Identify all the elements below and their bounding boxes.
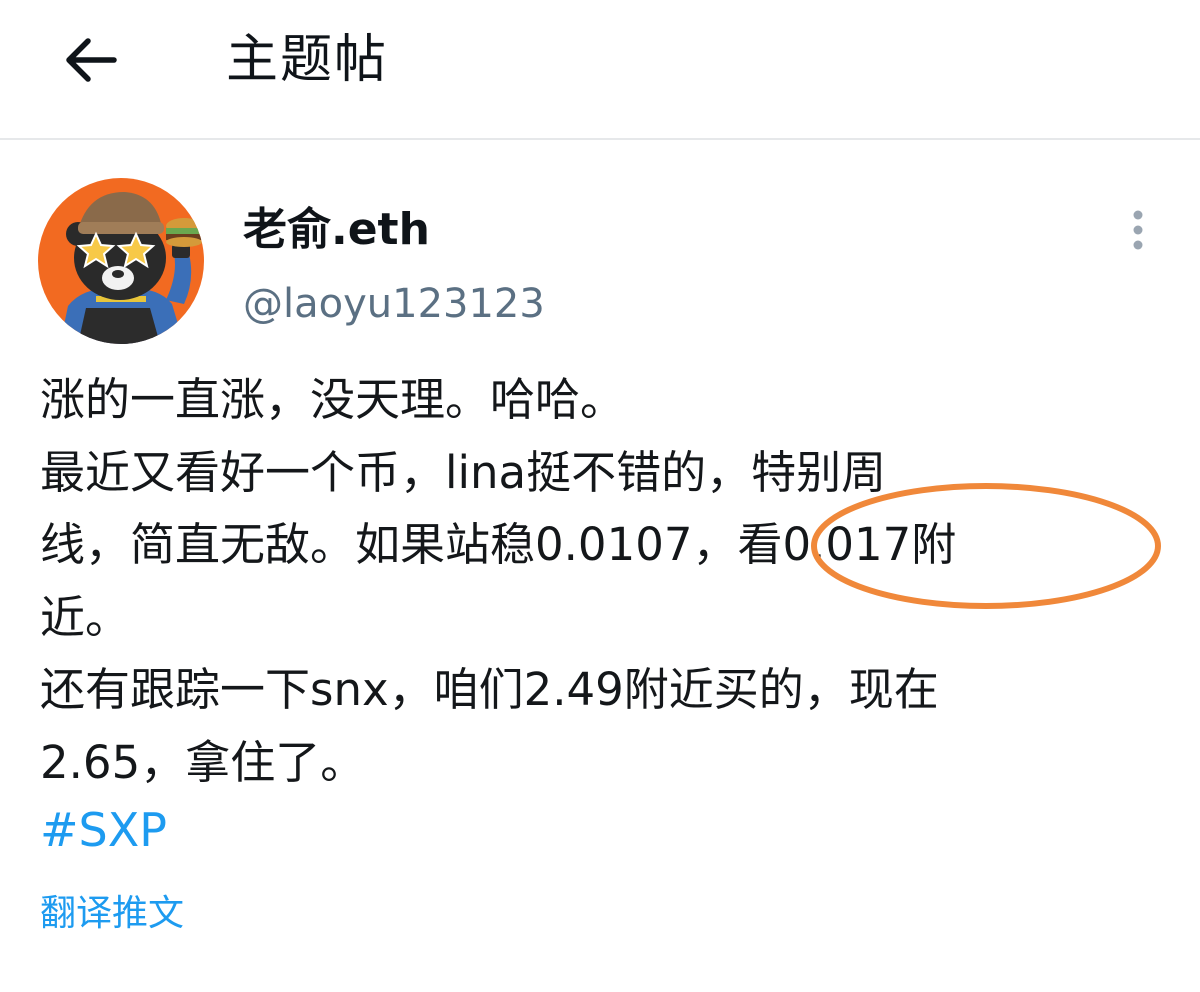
avatar-cartoon-bear-icon — [38, 178, 204, 344]
back-button[interactable] — [52, 22, 128, 98]
more-options-button[interactable] — [1112, 204, 1164, 256]
tweet-line: 还有跟踪一下snx，咱们2.49附近买的，现在 — [40, 663, 939, 716]
page-title: 主题帖 — [226, 30, 389, 90]
hashtag-link[interactable]: #SXP — [40, 796, 167, 864]
top-bar: 主题帖 — [0, 0, 1200, 140]
tweet-text: 涨的一直涨，没天理。哈哈。 最近又看好一个币，lina挺不错的，特别周 线，简直… — [40, 364, 1170, 799]
tweet-line: 涨的一直涨，没天理。哈哈。 — [40, 373, 626, 426]
display-name[interactable]: 老俞.eth — [243, 200, 430, 260]
tweet-line: 近。 — [40, 590, 131, 644]
more-vertical-icon — [1133, 210, 1143, 250]
tweet-line: 最近又看好一个币，lina挺不错的，特别周 — [40, 445, 887, 499]
user-handle[interactable]: @laoyu123123 — [243, 276, 545, 332]
avatar[interactable] — [38, 178, 204, 344]
tweet-line: 2.65，拿住了。 — [40, 735, 366, 789]
translate-tweet-link[interactable]: 翻译推文 — [40, 888, 184, 940]
tweet-line: 线，简直无敌。如果站稳0.0107，看0.017附 — [40, 518, 957, 571]
arrow-left-icon — [66, 38, 117, 82]
